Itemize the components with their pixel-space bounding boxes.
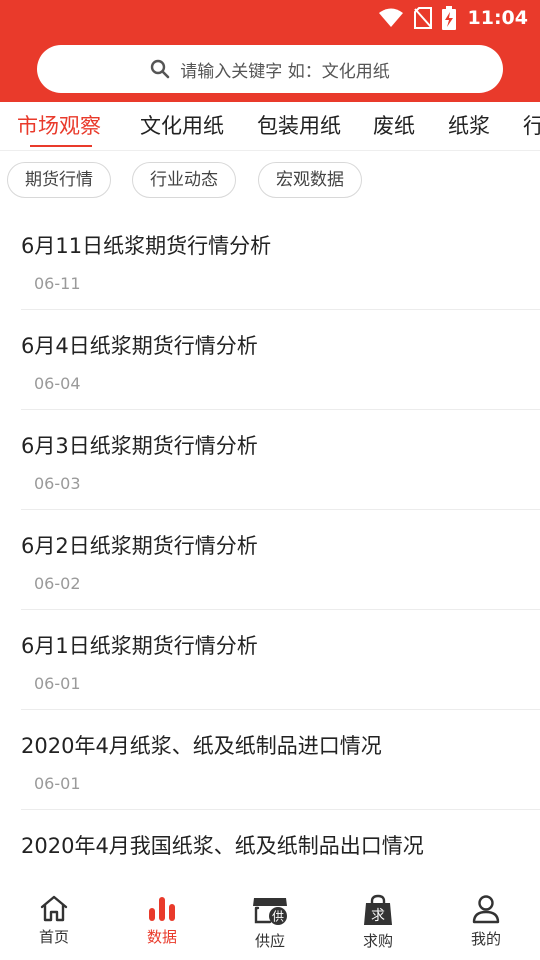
article-title: 2020年4月纸浆、纸及纸制品进口情况 — [21, 734, 382, 758]
article-title: 6月4日纸浆期货行情分析 — [21, 334, 258, 358]
article-title: 2020年4月我国纸浆、纸及纸制品出口情况 — [21, 834, 424, 858]
sub-category-chips: 期货行情 行业动态 宏观数据 — [0, 162, 540, 198]
supply-badge-text: 供 — [272, 910, 284, 924]
list-item[interactable]: 6月4日纸浆期货行情分析 06-04 — [21, 310, 540, 410]
header: 11:04 请输入关键字 如：文化用纸 — [0, 0, 540, 102]
article-date: 06-03 — [34, 474, 81, 493]
active-tab-indicator — [30, 145, 92, 147]
article-date: 06-04 — [34, 374, 81, 393]
nav-purchase-label: 求购 — [362, 932, 393, 950]
user-icon — [472, 895, 500, 924]
list-item[interactable]: 6月2日纸浆期货行情分析 06-02 — [21, 510, 540, 610]
nav-profile-label: 我的 — [470, 930, 501, 948]
nav-home[interactable]: 首页 — [0, 880, 108, 960]
nav-data[interactable]: 数据 — [108, 880, 216, 960]
bottom-navigation: 首页 数据 供 供应 求 求购 我的 — [0, 880, 540, 960]
shopping-bag-icon: 求 — [364, 894, 392, 925]
list-item[interactable]: 6月1日纸浆期货行情分析 06-01 — [21, 610, 540, 710]
nav-data-label: 数据 — [146, 928, 177, 946]
home-icon — [40, 895, 68, 922]
nav-profile[interactable]: 我的 — [432, 880, 540, 960]
article-date: 06-01 — [34, 774, 81, 793]
no-sim-icon — [413, 7, 432, 29]
chip-macro-data[interactable]: 宏观数据 — [258, 162, 362, 198]
tab-more[interactable]: 行 — [523, 102, 540, 150]
search-bar[interactable]: 请输入关键字 如：文化用纸 — [37, 45, 503, 93]
chip-futures-market[interactable]: 期货行情 — [7, 162, 111, 198]
category-tabs: 市场观察 文化用纸 包装用纸 废纸 纸浆 行 — [0, 102, 540, 151]
store-icon: 供 — [253, 898, 287, 925]
tab-market-observation[interactable]: 市场观察 — [17, 102, 101, 150]
article-title: 6月11日纸浆期货行情分析 — [21, 234, 272, 258]
tab-pulp[interactable]: 纸浆 — [448, 102, 490, 150]
article-date: 06-11 — [34, 274, 81, 293]
search-icon — [151, 59, 170, 79]
wifi-icon — [378, 8, 403, 27]
article-list: 6月11日纸浆期货行情分析 06-11 6月4日纸浆期货行情分析 06-04 6… — [0, 210, 540, 910]
tab-cultural-paper[interactable]: 文化用纸 — [140, 102, 224, 150]
list-item[interactable]: 6月3日纸浆期货行情分析 06-03 — [21, 410, 540, 510]
nav-supply-label: 供应 — [254, 932, 285, 950]
battery-charging-icon — [441, 6, 456, 30]
nav-supply[interactable]: 供 供应 — [216, 880, 324, 960]
search-placeholder: 请输入关键字 如：文化用纸 — [180, 61, 390, 82]
article-title: 6月1日纸浆期货行情分析 — [21, 634, 258, 658]
bar-chart-icon — [149, 897, 175, 921]
chip-industry-news[interactable]: 行业动态 — [132, 162, 236, 198]
list-item[interactable]: 6月11日纸浆期货行情分析 06-11 — [21, 210, 540, 310]
article-title: 6月2日纸浆期货行情分析 — [21, 534, 258, 558]
nav-home-label: 首页 — [38, 928, 69, 946]
tab-waste-paper[interactable]: 废纸 — [373, 102, 415, 150]
list-item[interactable]: 2020年4月纸浆、纸及纸制品进口情况 06-01 — [21, 710, 540, 810]
article-title: 6月3日纸浆期货行情分析 — [21, 434, 258, 458]
status-time: 11:04 — [467, 7, 528, 29]
nav-purchase[interactable]: 求 求购 — [324, 880, 432, 960]
purchase-badge-text: 求 — [371, 908, 385, 924]
tab-packaging-paper[interactable]: 包装用纸 — [257, 102, 341, 150]
article-date: 06-01 — [34, 674, 81, 693]
status-bar: 11:04 — [0, 0, 540, 36]
article-date: 06-02 — [34, 574, 81, 593]
